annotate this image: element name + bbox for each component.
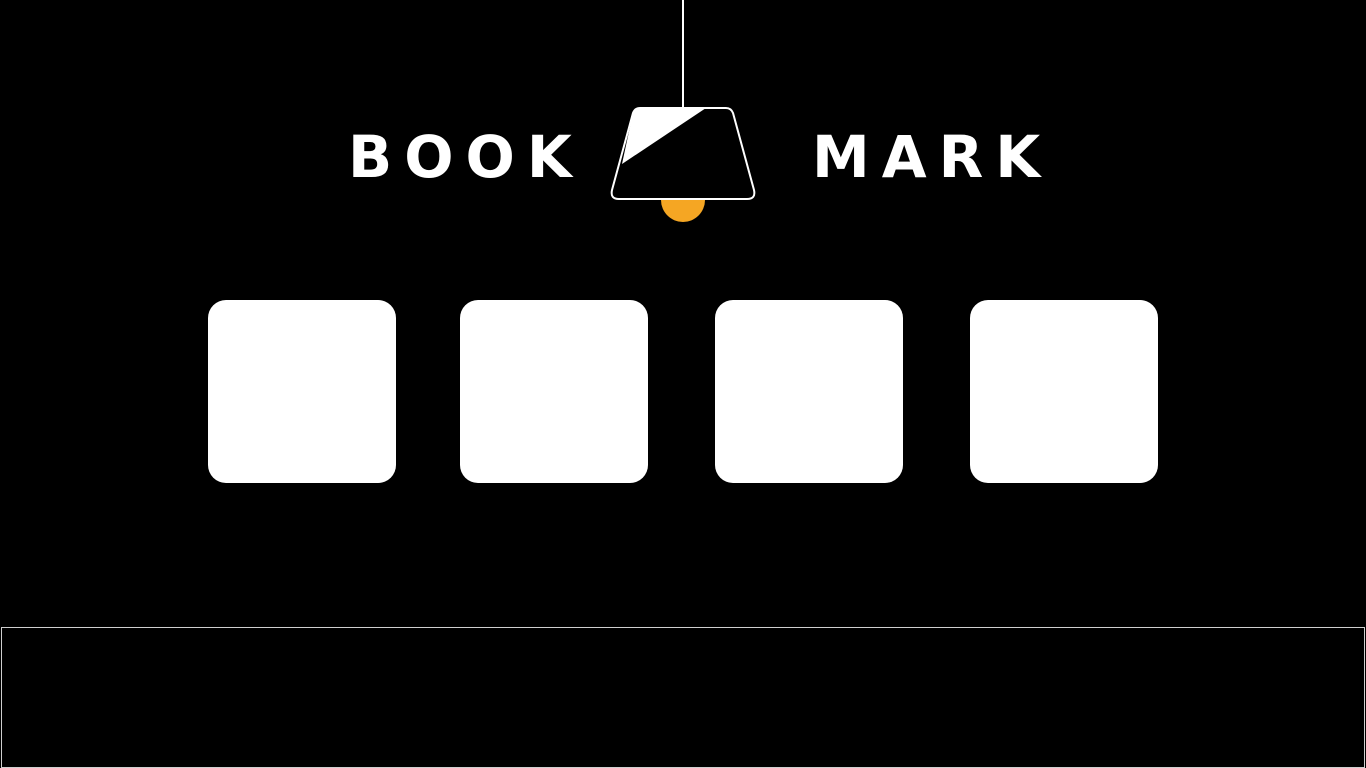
logo-word-book: BOOK — [348, 123, 584, 191]
bookmark-grid — [0, 300, 1366, 484]
pendant-lamp-icon — [610, 0, 756, 222]
header: BOOK MARK — [0, 0, 1366, 240]
bookmark-tile-2[interactable] — [460, 300, 648, 483]
bottom-panel — [1, 627, 1365, 768]
bookmark-tile-4[interactable] — [970, 300, 1158, 483]
bookmark-tile-3[interactable] — [715, 300, 903, 483]
logo-word-mark: MARK — [812, 123, 1053, 191]
bookmark-tile-1[interactable] — [208, 300, 396, 483]
